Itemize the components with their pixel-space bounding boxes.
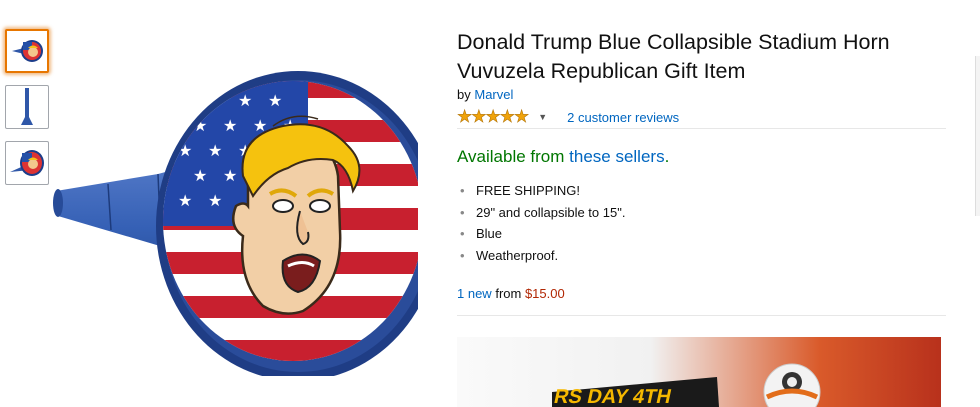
star-rating-icon[interactable]: ★★★★★	[457, 107, 530, 127]
bullet-item: 29" and collapsible to 15".	[460, 202, 626, 224]
ad-banner[interactable]: RS DAY 4TH	[457, 337, 941, 407]
bullet-item: Weatherproof.	[460, 245, 625, 267]
feature-bullets: FREE SHIPPING! 29" and collapsible to 15…	[457, 180, 626, 267]
ad-image: RS DAY 4TH	[552, 363, 821, 407]
availability-suffix: .	[664, 147, 670, 166]
svg-text:★: ★	[268, 91, 282, 110]
sellers-link[interactable]: these sellers	[569, 147, 664, 166]
horn-side-icon	[21, 88, 33, 125]
horn-angle-icon	[10, 150, 44, 176]
divider	[457, 315, 946, 316]
bullet-item: Blue	[460, 223, 625, 245]
product-title: Donald Trump Blue Collapsible Stadium Ho…	[457, 30, 890, 83]
divider	[457, 128, 946, 129]
svg-text:★: ★	[208, 141, 222, 160]
offers: 1 new from $15.00	[457, 286, 565, 301]
svg-text:★: ★	[178, 191, 192, 210]
svg-text:★: ★	[238, 91, 252, 110]
thumbnail-front[interactable]	[5, 29, 49, 73]
svg-text:★: ★	[178, 91, 192, 110]
offers-from: from	[495, 286, 522, 301]
ad-text: RS DAY 4TH	[552, 386, 673, 407]
thumbnail-strip	[5, 29, 49, 197]
availability-prefix: Available from	[457, 147, 565, 166]
brand-link[interactable]: Marvel	[474, 87, 513, 102]
horn-thumbnail-icon	[12, 40, 43, 62]
thumbnail-side[interactable]	[5, 85, 49, 129]
new-offers-link[interactable]: 1 new	[457, 286, 492, 301]
scrollbar[interactable]	[975, 56, 980, 216]
byline-prefix: by	[457, 87, 471, 102]
availability: Available from these sellers.	[457, 147, 669, 167]
bullet-item: FREE SHIPPING!	[460, 180, 625, 202]
offer-price: $15.00	[524, 286, 565, 301]
main-product-image[interactable]: ★★★★ ★★★★ ★★★ ★★★ ★★	[48, 56, 440, 381]
svg-text:★: ★	[193, 166, 207, 185]
svg-text:★: ★	[223, 166, 237, 185]
byline: by Marvel	[457, 87, 513, 102]
thumbnail-angle[interactable]	[5, 141, 49, 185]
chevron-down-icon[interactable]: ▼	[538, 112, 547, 122]
vuvuzela-image: ★★★★ ★★★★ ★★★ ★★★ ★★	[53, 71, 440, 381]
svg-text:★: ★	[223, 116, 237, 135]
rating-row: ★★★★★ ▼ 2 customer reviews	[457, 107, 679, 127]
customer-reviews-link[interactable]: 2 customer reviews	[567, 110, 679, 125]
svg-text:★: ★	[208, 191, 222, 210]
